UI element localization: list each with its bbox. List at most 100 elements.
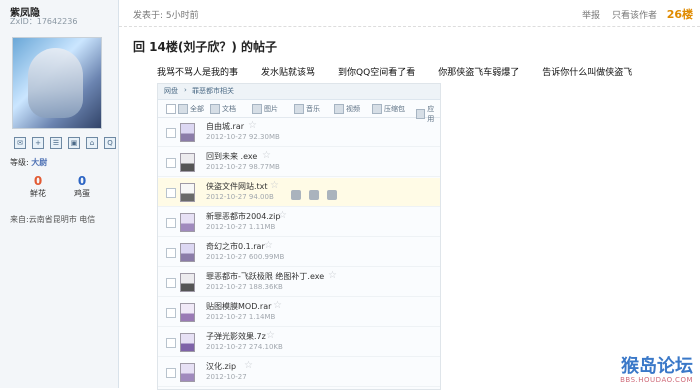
quote-text: 告诉你什么叫做侠盗飞 [542,68,633,78]
star-icon[interactable]: ☆ [266,330,275,341]
avatar[interactable] [12,37,102,129]
file-date: 2012-10-27 [206,193,247,201]
filter-docs-label: 文档 [222,105,236,113]
author-sidebar: 紫凤隐 ZxID：17642236 ✉ + ☰ ▣ ⌂ Q 等级: 大尉 0 鲜… [0,0,119,388]
only-author-link[interactable]: 只看该作者 [612,8,657,21]
file-date: 2012-10-27 [206,313,247,321]
star-icon[interactable]: ☆ [328,270,337,281]
filter-images[interactable]: 图片 [252,104,278,114]
breadcrumb-current[interactable]: 罪恶都市相关 [192,86,234,96]
star-icon[interactable]: ☆ [278,210,287,221]
eggs-count: 0 [77,174,87,188]
file-name[interactable]: 罪恶都市-飞跃极限 绝图补丁.exe [206,271,324,282]
select-all-checkbox[interactable] [166,104,176,114]
post-body: 发表于: 5小时前 举报 只看该作者 26楼 回 14楼(刘子欣？) 的帖子 我… [119,0,700,390]
file-checkbox[interactable] [166,338,176,348]
download-icon[interactable] [309,190,319,200]
file-meta: 2012-10-27 1.11MB [206,223,275,231]
video-icon [334,104,344,114]
file-size: 92.30MB [248,133,280,141]
star-icon[interactable]: ☆ [273,300,282,311]
file-name[interactable]: 贴图模膜MOD.rar [206,301,271,312]
file-size: 188.36KB [248,283,283,291]
file-checkbox[interactable] [166,278,176,288]
site-watermark: 猴岛论坛 BBS.HOUDAO.COM [620,358,693,385]
file-checkbox[interactable] [166,248,176,258]
file-checkbox[interactable] [166,308,176,318]
filter-images-label: 图片 [264,105,278,113]
save-to-disk-icon[interactable] [291,190,301,200]
qq-icon[interactable]: Q [104,137,116,149]
file-row[interactable]: 回到未来 .exe ☆ 2012-10-27 98.77MB [158,148,440,177]
quote-text: 发水贴就该骂 [261,68,316,78]
flowers-stat[interactable]: 0 鲜花 [18,174,58,199]
filter-archive[interactable]: 压缩包 [372,104,405,114]
star-icon[interactable]: ☆ [264,240,273,251]
file-meta: 2012-10-27 274.10KB [206,343,283,351]
file-name[interactable]: 奇幻之市0.1.rar [206,241,265,252]
posted-time: 发表于: 5小时前 [133,11,199,21]
file-meta: 2012-10-27 [206,373,247,381]
star-icon[interactable]: ☆ [248,120,257,131]
file-row[interactable]: 子弹光影效果.7z ☆ 2012-10-27 274.10KB [158,328,440,357]
file-meta: 2012-10-27 92.30MB [206,133,280,141]
report-link[interactable]: 举报 [582,8,600,21]
share-icon[interactable] [327,190,337,200]
add-friend-icon[interactable]: + [32,137,44,149]
file-list-panel: 网盘 › 罪恶都市相关 全部 文档 图片 音乐 视频 压缩包 应用 自由城.ra… [157,83,441,390]
file-checkbox[interactable] [166,218,176,228]
file-name[interactable]: 侠盗文件网站.txt [206,181,268,192]
eggs-stat[interactable]: 0 鸡蛋 [62,174,102,199]
file-size: 600.99MB [248,253,285,261]
eggs-label: 鸡蛋 [74,189,90,198]
filter-all-label: 全部 [190,105,204,113]
file-row-highlighted[interactable]: 侠盗文件网站.txt ☆ 2012-10-27 94.00B [158,178,440,207]
rar-file-icon [180,243,195,262]
file-date: 2012-10-27 [206,133,247,141]
star-icon[interactable]: ☆ [270,180,279,191]
rank: 等级: 大尉 [10,157,47,168]
file-size: 1.14MB [248,313,276,321]
filter-archive-label: 压缩包 [384,105,405,113]
star-icon[interactable]: ☆ [262,150,271,161]
music-icon [294,104,304,114]
file-row[interactable]: 奇幻之市0.1.rar ☆ 2012-10-27 600.99MB [158,238,440,267]
file-checkbox[interactable] [166,368,176,378]
file-row[interactable]: 汉化.zip ☆ 2012-10-27 [158,358,440,387]
profile-icon[interactable]: ☰ [50,137,62,149]
file-row[interactable]: 罪恶都市-飞跃极限 绝图补丁.exe ☆ 2012-10-27 188.36KB [158,268,440,297]
file-checkbox[interactable] [166,158,176,168]
message-icon[interactable]: ✉ [14,137,26,149]
filter-music[interactable]: 音乐 [294,104,320,114]
file-name[interactable]: 子弹光影效果.7z [206,331,266,342]
filter-docs[interactable]: 文档 [210,104,236,114]
quote-text: 到你QQ空间看了看 [338,68,416,78]
zip-file-icon [180,213,195,232]
star-icon[interactable]: ☆ [244,360,253,371]
filter-video[interactable]: 视频 [334,104,360,114]
file-date: 2012-10-27 [206,373,247,381]
filter-all[interactable]: 全部 [166,104,204,114]
7z-file-icon [180,333,195,352]
user-id: ZxID：17642236 [10,17,78,26]
file-name[interactable]: 新罪恶都市2004.zip [206,211,280,222]
file-checkbox[interactable] [166,128,176,138]
image-icon [252,104,262,114]
file-name[interactable]: 回到未来 .exe [206,151,257,162]
file-row[interactable]: 贴图模膜MOD.rar ☆ 2012-10-27 1.14MB [158,298,440,327]
breadcrumb-root[interactable]: 网盘 [164,86,178,96]
file-checkbox[interactable] [166,188,176,198]
file-size: 274.10KB [248,343,283,351]
file-row[interactable]: 新罪恶都市2004.zip ☆ 2012-10-27 1.11MB [158,208,440,237]
album-icon[interactable]: ▣ [68,137,80,149]
file-name[interactable]: 自由城.rar [206,121,244,132]
exe-file-icon [180,273,195,292]
document-icon [210,104,220,114]
file-row[interactable]: 自由城.rar ☆ 2012-10-27 92.30MB [158,118,440,147]
txt-file-icon [180,183,195,202]
file-date: 2012-10-27 [206,223,247,231]
file-meta: 2012-10-27 94.00B [206,193,274,201]
file-name[interactable]: 汉化.zip [206,361,236,372]
floor-number[interactable]: 26楼 [667,6,693,22]
homepage-icon[interactable]: ⌂ [86,137,98,149]
